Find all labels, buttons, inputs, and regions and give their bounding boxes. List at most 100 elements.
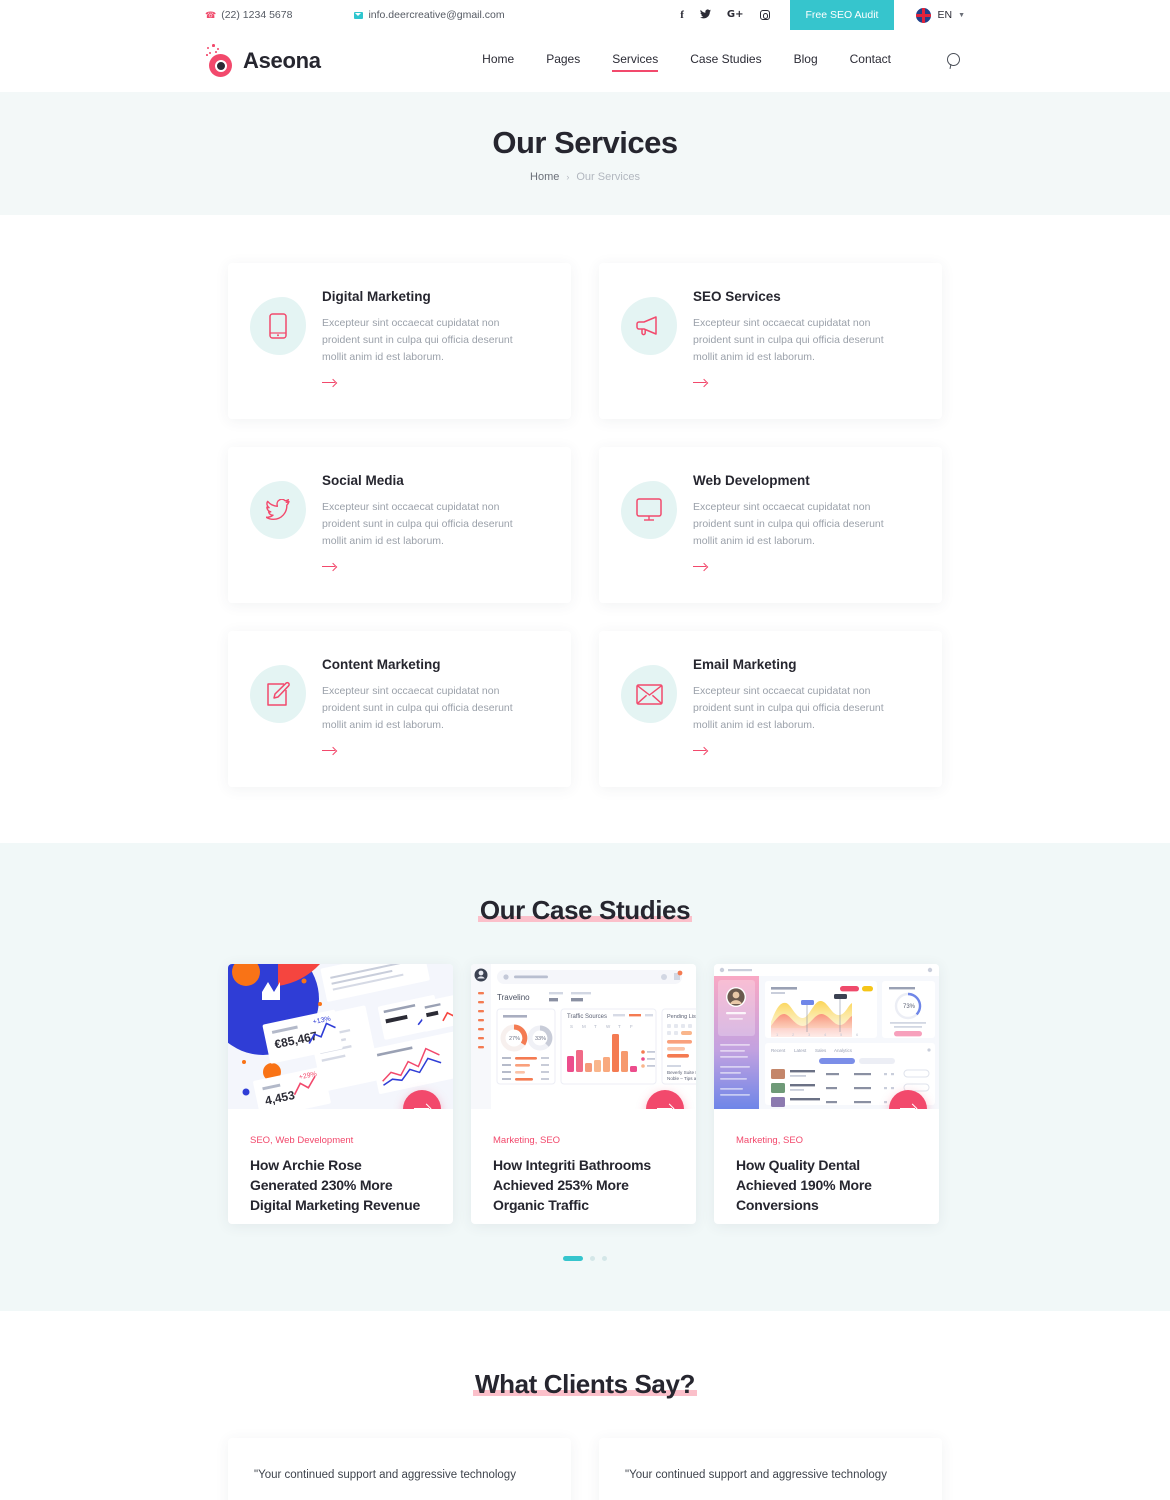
service-arrow-icon[interactable]	[693, 378, 709, 388]
twitter-icon[interactable]	[699, 9, 711, 21]
service-card-social-media[interactable]: Social Media Excepteur sint occaecat cup…	[228, 447, 571, 603]
svg-text:S: S	[570, 1024, 573, 1029]
case-studies-section: Our Case Studies €85,467 +13% 4,453 +29%…	[0, 843, 1170, 1311]
case-thumbnail-archie-rose: €85,467 +13% 4,453 +29%	[228, 964, 453, 1109]
service-title: Content Marketing	[322, 657, 441, 672]
language-selector[interactable]: EN ▼	[916, 7, 965, 23]
case-headline: How Integriti Bathrooms Achieved 253% Mo…	[493, 1157, 651, 1213]
google-plus-icon[interactable]: G+	[727, 10, 744, 20]
free-seo-audit-button[interactable]: Free SEO Audit	[789, 0, 895, 30]
search-icon[interactable]	[945, 51, 965, 71]
email-contact[interactable]: info.deercreative@gmail.com	[354, 9, 505, 21]
carousel-dot[interactable]	[590, 1256, 595, 1261]
facebook-icon[interactable]: f	[680, 9, 684, 21]
breadcrumb: Home › Our Services	[530, 171, 640, 183]
nav-item-contact[interactable]: Contact	[850, 52, 891, 70]
service-description: Excepteur sint occaecat cupidatat non pr…	[693, 501, 884, 547]
top-bar: ☎ (22) 1234 5678 info.deercreative@gmail…	[0, 0, 1170, 30]
service-icon-wrap	[250, 665, 306, 723]
envelope-icon	[354, 11, 364, 19]
uk-flag-icon	[916, 7, 932, 23]
nav-links: Home Pages Services Case Studies Blog Co…	[482, 51, 965, 72]
service-title: Digital Marketing	[322, 289, 431, 304]
svg-text:T: T	[618, 1024, 621, 1029]
page-hero: Our Services Home › Our Services	[0, 92, 1170, 215]
twitter-bird-icon	[250, 481, 306, 539]
case-tags: Marketing, SEO	[736, 1135, 804, 1146]
svg-text:Traffic Sources: Traffic Sources	[567, 1014, 607, 1020]
nav-item-pages[interactable]: Pages	[546, 52, 580, 70]
service-arrow-icon[interactable]	[322, 562, 338, 572]
logo[interactable]: Aseona	[205, 44, 321, 78]
breadcrumb-separator-icon: ›	[566, 171, 570, 182]
svg-text:F: F	[630, 1024, 633, 1029]
nav-item-home[interactable]: Home	[482, 52, 514, 70]
svg-text:Analytics: Analytics	[834, 1048, 853, 1053]
service-description: Excepteur sint occaecat cupidatat non pr…	[322, 317, 513, 363]
breadcrumb-home[interactable]: Home	[530, 171, 559, 183]
case-study-card[interactable]: €85,467 +13% 4,453 +29% SEO, Web Develop…	[228, 964, 453, 1224]
service-icon-wrap	[621, 665, 677, 723]
nav-item-services[interactable]: Services	[612, 52, 659, 72]
testimonial-card: "Your continued support and aggressive t…	[599, 1438, 942, 1500]
mobile-icon	[250, 297, 306, 355]
testimonials-grid: "Your continued support and aggressive t…	[228, 1438, 942, 1500]
instagram-icon[interactable]	[759, 10, 770, 20]
svg-text:33%: 33%	[535, 1036, 546, 1042]
case-headline: How Archie Rose Generated 230% More Digi…	[250, 1157, 421, 1213]
service-card-content-marketing[interactable]: Content Marketing Excepteur sint occaeca…	[228, 631, 571, 787]
service-description: Excepteur sint occaecat cupidatat non pr…	[693, 317, 884, 363]
svg-text:Sales: Sales	[815, 1048, 827, 1053]
case-thumbnail-integriti: Travelino 27% 33% Traffic Sources S M T …	[471, 964, 696, 1109]
chevron-down-icon: ▼	[958, 11, 965, 19]
service-arrow-icon[interactable]	[322, 378, 338, 388]
case-study-card[interactable]: 123 456 73% Recent Latest Sales Analytics	[714, 964, 939, 1224]
phone-contact[interactable]: ☎ (22) 1234 5678	[205, 9, 292, 21]
service-title: Email Marketing	[693, 657, 797, 672]
service-icon-wrap	[621, 481, 677, 539]
service-card-email-marketing[interactable]: Email Marketing Excepteur sint occaecat …	[599, 631, 942, 787]
svg-text:Noble – Tips and Trick: Noble – Tips and Trick	[667, 1076, 696, 1081]
service-description: Excepteur sint occaecat cupidatat non pr…	[322, 685, 513, 731]
language-label: EN	[937, 9, 953, 21]
svg-text:27%: 27%	[509, 1036, 520, 1042]
case-study-card[interactable]: Travelino 27% 33% Traffic Sources S M T …	[471, 964, 696, 1224]
envelope-icon	[621, 665, 677, 723]
service-title: SEO Services	[693, 289, 781, 304]
phone-number: (22) 1234 5678	[221, 9, 293, 21]
svg-text:Recent: Recent	[771, 1048, 786, 1053]
service-arrow-icon[interactable]	[322, 746, 338, 756]
monitor-icon	[621, 481, 677, 539]
svg-text:Latest: Latest	[794, 1048, 807, 1053]
case-tags: SEO, Web Development	[250, 1135, 354, 1146]
testimonial-card: "Your continued support and aggressive t…	[228, 1438, 571, 1500]
service-arrow-icon[interactable]	[693, 562, 709, 572]
testimonials-section: What Clients Say? "Your continued suppor…	[0, 1311, 1170, 1500]
service-card-digital-marketing[interactable]: Digital Marketing Excepteur sint occaeca…	[228, 263, 571, 419]
page-title: Our Services	[492, 124, 678, 160]
case-studies-title: Our Case Studies	[477, 895, 693, 925]
carousel-pagination	[0, 1256, 1170, 1261]
services-grid: Digital Marketing Excepteur sint occaeca…	[228, 263, 942, 787]
service-title: Social Media	[322, 473, 404, 488]
service-card-seo-services[interactable]: SEO Services Excepteur sint occaecat cup…	[599, 263, 942, 419]
svg-text:Pending Listing: Pending Listing	[667, 1014, 696, 1020]
svg-text:Travelino: Travelino	[497, 993, 530, 1002]
carousel-dot[interactable]	[602, 1256, 607, 1261]
service-icon-wrap	[250, 481, 306, 539]
main-navigation: Aseona Home Pages Services Case Studies …	[0, 30, 1170, 92]
services-section: Digital Marketing Excepteur sint occaeca…	[0, 215, 1170, 843]
testimonial-quote: "Your continued support and aggressive t…	[254, 1469, 516, 1481]
svg-text:T: T	[594, 1024, 597, 1029]
breadcrumb-current: Our Services	[576, 170, 640, 183]
case-thumbnail-quality-dental: 123 456 73% Recent Latest Sales Analytics	[714, 964, 939, 1109]
service-arrow-icon[interactable]	[693, 746, 709, 756]
service-card-web-development[interactable]: Web Development Excepteur sint occaecat …	[599, 447, 942, 603]
carousel-dot-active[interactable]	[563, 1256, 583, 1261]
service-description: Excepteur sint occaecat cupidatat non pr…	[693, 685, 884, 731]
pencil-edit-icon	[250, 665, 306, 723]
nav-item-case-studies[interactable]: Case Studies	[690, 52, 761, 70]
case-tags: Marketing, SEO	[493, 1135, 561, 1146]
nav-item-blog[interactable]: Blog	[794, 52, 818, 70]
brand-name: Aseona	[243, 48, 321, 73]
